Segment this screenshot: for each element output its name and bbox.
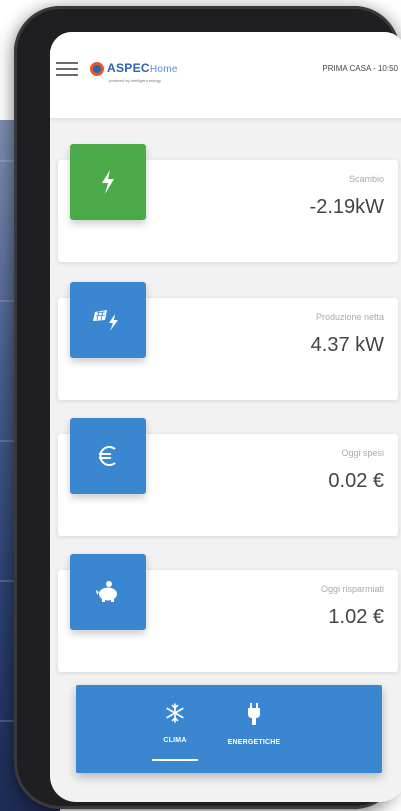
solar-panel-icon xyxy=(93,310,118,331)
card-value: 1.02 € xyxy=(328,606,384,628)
card-value: 4.37 kW xyxy=(310,334,384,356)
snowflake-icon xyxy=(166,703,184,723)
house-and-time: PRIMA CASA - 10:50 xyxy=(322,64,398,73)
bottom-navigation: CLIMA ENERGETICHE xyxy=(76,685,382,773)
logo-brand: ASPEC xyxy=(107,61,150,75)
logo-tagline: powered by intelligent energy xyxy=(109,78,162,83)
euro-icon xyxy=(99,446,116,466)
hamburger-menu-icon[interactable] xyxy=(56,62,78,76)
app-screen: ASPECHome powered by intelligent energy … xyxy=(50,32,401,802)
nav-item-clima[interactable]: CLIMA xyxy=(152,703,198,747)
card-label: Produzione netta xyxy=(315,312,384,322)
piggy-bank-icon xyxy=(96,581,117,602)
app-header: ASPECHome powered by intelligent energy … xyxy=(50,32,401,118)
nav-label: ENERGETICHE xyxy=(227,739,281,746)
card-label: Oggi spesi xyxy=(341,448,384,458)
card-tile xyxy=(70,418,146,494)
card-value: 0.02 € xyxy=(328,470,384,492)
card-oggi-risparmiati[interactable]: Oggi risparmiati 1.02 € xyxy=(58,554,398,672)
logo-mark-icon xyxy=(90,62,104,76)
card-oggi-spesi[interactable]: Oggi spesi 0.02 € xyxy=(58,418,398,536)
card-tile xyxy=(70,144,146,220)
phone-frame: ASPECHome powered by intelligent energy … xyxy=(14,6,401,809)
card-label: Scambio xyxy=(348,174,384,184)
nav-item-energetiche[interactable]: ENERGETICHE xyxy=(218,703,290,749)
nav-label: CLIMA xyxy=(163,737,187,744)
card-label: Oggi risparmiati xyxy=(320,584,384,594)
lightning-icon xyxy=(102,170,114,194)
plug-icon xyxy=(248,703,260,725)
card-value: -2.19kW xyxy=(309,196,384,218)
card-scambio[interactable]: Scambio -2.19kW xyxy=(58,144,398,262)
active-tab-indicator xyxy=(152,759,198,761)
card-tile xyxy=(70,554,146,630)
card-produzione[interactable]: Produzione netta 4.37 kW xyxy=(58,282,398,400)
card-tile xyxy=(70,282,146,358)
logo-brand-suffix: Home xyxy=(149,64,178,75)
